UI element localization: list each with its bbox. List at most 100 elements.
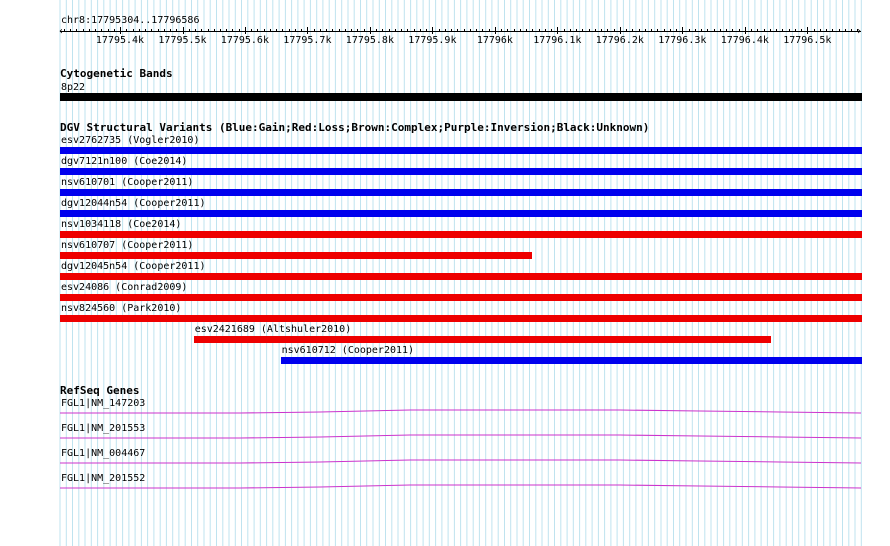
ruler-minor-tick [732,29,734,32]
ruler-minor-tick [338,29,340,32]
ruler-minor-tick [782,29,784,32]
ruler-minor-tick [801,29,802,32]
ruler-minor-tick [232,29,234,32]
ruler-tick-label: 17796.3k [658,35,707,46]
dgv-variant-bar[interactable] [60,189,862,196]
ruler-major-tick [432,27,434,34]
refseq-gene-intron-line[interactable] [60,459,862,465]
dgv-variant-bar[interactable] [60,273,862,280]
ruler-minor-tick [651,29,653,32]
ruler-minor-tick [613,29,615,32]
locus-label: chr8:17795304..17796586 [61,15,200,26]
refseq-gene-label[interactable]: FGL1|NM_201552 [61,473,145,484]
ruler-minor-tick [188,29,190,32]
ruler-tick-label: 17796.4k [720,35,769,46]
ruler-major-tick [744,27,746,34]
dgv-variant-bar[interactable] [60,315,862,322]
ruler-tick-label: 17795.6k [220,35,269,46]
refseq-gene-label[interactable]: FGL1|NM_147203 [61,398,145,409]
ruler-minor-tick [457,29,459,32]
dgv-variant-bar[interactable] [60,210,862,217]
ruler-minor-tick [451,29,453,32]
dgv-variant-label[interactable]: dgv12045n54 (Cooper2011) [61,261,206,272]
ruler-minor-tick [501,29,503,32]
ruler-minor-tick [857,29,859,32]
ruler-minor-tick [813,29,815,32]
dgv-variant-label[interactable]: dgv7121n100 (Coe2014) [61,156,187,167]
dgv-variant-label[interactable]: dgv12044n54 (Cooper2011) [61,198,206,209]
ruler-minor-tick [151,29,153,32]
ruler-minor-tick [757,29,759,32]
refseq-gene-label[interactable]: FGL1|NM_201553 [61,423,145,434]
dgv-variant-bar[interactable] [60,252,532,259]
ruler-minor-tick [507,29,509,32]
ruler-minor-tick [419,29,421,32]
ruler-minor-tick [126,29,128,32]
ruler-minor-tick [663,29,665,32]
ruler-minor-tick [170,29,171,32]
dgv-variant-label[interactable]: nsv824560 (Park2010) [61,303,181,314]
ruler-minor-tick [463,29,465,32]
dgv-variant-label[interactable]: nsv1034118 (Coe2014) [61,219,181,230]
ruler-minor-tick [569,29,571,32]
cytoband-label: 8p22 [61,82,86,93]
ruler-minor-tick [113,29,115,32]
ruler-minor-tick [513,29,515,32]
ruler-minor-tick [313,29,315,32]
dgv-variant-label[interactable]: esv2421689 (Altshuler2010) [195,324,352,335]
ruler-minor-tick [726,29,727,32]
ruler-tick-label: 17796.1k [533,35,582,46]
dgv-variant-label[interactable]: nsv610701 (Cooper2011) [61,177,193,188]
ruler-minor-tick [851,29,852,32]
ruler-minor-tick [576,29,578,32]
ruler-minor-tick [138,29,140,32]
ruler-minor-tick [301,29,303,32]
refseq-gene-intron-line[interactable] [60,434,862,440]
ruler-minor-tick [532,29,534,32]
ruler-minor-tick [763,29,765,32]
ruler-minor-tick [751,29,752,32]
dgv-variant-bar[interactable] [60,147,862,154]
dgv-variant-bar[interactable] [280,357,862,364]
dgv-variant-bar[interactable] [60,168,862,175]
cytoband-bar[interactable] [60,93,862,101]
ruler-minor-tick [88,29,90,32]
ruler-minor-tick [332,29,334,32]
ruler-tick-label: 17795.8k [345,35,394,46]
ruler-tick-label: 17795.4k [95,35,145,46]
ruler-minor-tick [213,29,215,32]
ruler-minor-tick [482,29,484,32]
ruler-minor-tick [519,29,521,32]
ruler-minor-tick [82,29,84,32]
dgv-variant-label[interactable]: nsv610712 (Cooper2011) [282,345,414,356]
ruler-minor-tick [357,29,359,32]
dgv-variant-bar[interactable] [193,336,772,343]
dgv-variant-bar[interactable] [60,294,862,301]
ruler-major-tick [307,27,309,34]
refseq-gene-intron-line[interactable] [60,409,862,415]
ruler-minor-tick [238,29,240,32]
ruler-major-tick [494,27,496,34]
ruler-minor-tick [488,29,490,32]
ruler-minor-tick [676,29,678,32]
ruler-minor-tick [594,29,596,32]
ruler-minor-tick [376,29,378,32]
ruler-minor-tick [738,29,740,32]
ruler-minor-tick [819,29,821,32]
dgv-variant-label[interactable]: esv2762735 (Vogler2010) [61,135,199,146]
dgv-variant-label[interactable]: esv24086 (Conrad2009) [61,282,187,293]
ruler-minor-tick [688,29,690,32]
ruler-major-tick [619,27,621,34]
dgv-variant-bar[interactable] [60,231,862,238]
ruler-major-tick [807,27,809,34]
ruler-minor-tick [288,29,290,32]
refseq-gene-label[interactable]: FGL1|NM_004467 [61,448,145,459]
ruler-tick-label: 17796.5k [783,35,832,46]
refseq-gene-intron-line[interactable] [60,484,862,490]
ruler-major-tick [120,27,121,34]
ruler-minor-tick [607,29,609,32]
ruler-minor-tick [294,29,296,32]
ruler-minor-tick [707,29,709,32]
dgv-variant-label[interactable]: nsv610707 (Cooper2011) [61,240,193,251]
ruler-minor-tick [669,29,671,32]
